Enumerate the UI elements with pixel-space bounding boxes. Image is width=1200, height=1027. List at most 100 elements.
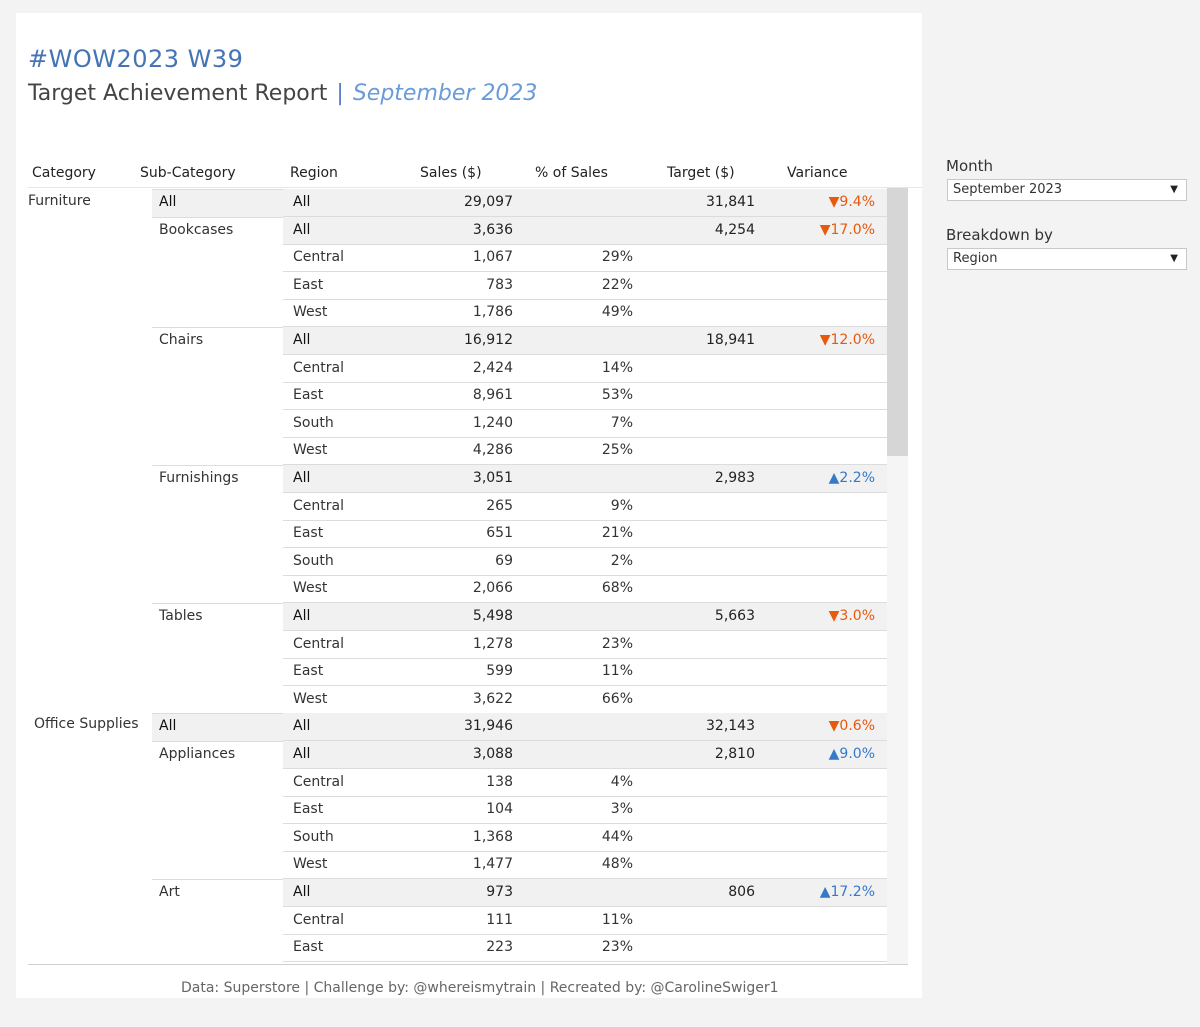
region-cell: West (293, 442, 328, 459)
breakdown-dropdown-value: Region (953, 251, 998, 266)
table-row[interactable]: East 651 21% (283, 520, 887, 549)
table-row[interactable]: Central 1,067 29% (283, 244, 887, 273)
table-row[interactable]: All 16,912 18,941 ▼12.0% (283, 327, 887, 355)
title-separator: | (336, 81, 344, 106)
month-dropdown[interactable]: September 2023 ▼ (947, 179, 1187, 201)
table-row[interactable]: South 1,240 7% (283, 410, 887, 438)
region-cell: West (293, 690, 328, 707)
region-cell: East (293, 525, 324, 542)
table-row[interactable]: East 599 11% (283, 658, 887, 687)
category-label[interactable]: Office Supplies (34, 716, 139, 732)
sales-cell: 5,498 (472, 608, 513, 624)
column-header-target[interactable]: Target ($) (667, 165, 735, 181)
scrollbar-thumb[interactable] (887, 188, 908, 456)
table-row[interactable]: Central 2,424 14% (283, 355, 887, 383)
column-header-sales[interactable]: Sales ($) (420, 165, 482, 181)
variance-cell: ▼17.0% (819, 221, 875, 238)
table-bottom-border (28, 964, 908, 965)
variance-cell: ▲9.0% (828, 746, 875, 762)
column-header-category[interactable]: Category (32, 165, 96, 181)
column-header-variance[interactable]: Variance (787, 165, 847, 181)
pct-of-sales-cell: 49% (601, 304, 633, 321)
region-cell: All (293, 884, 311, 900)
pct-of-sales-cell: 53% (601, 387, 633, 404)
sales-cell: 1,368 (472, 828, 513, 845)
table-row[interactable]: East 104 3% (283, 796, 887, 825)
subcategory-label: Tables (159, 608, 203, 624)
region-cell: Central (293, 359, 344, 376)
subcategory-cell[interactable]: Chairs (152, 327, 283, 465)
table-row[interactable]: All 31,946 32,143 ▼0.6% (283, 713, 887, 742)
subcategory-label: Chairs (159, 332, 204, 348)
region-cell: West (293, 856, 328, 873)
target-cell: 18,941 (706, 332, 755, 348)
breakdown-dropdown[interactable]: Region ▼ (947, 248, 1187, 270)
table-row[interactable]: All 5,498 5,663 ▼3.0% (283, 603, 887, 631)
sales-cell: 1,786 (472, 304, 513, 321)
table-row[interactable]: Central 111 11% (283, 907, 887, 935)
table-row[interactable]: All 29,097 31,841 ▼9.4% (283, 189, 887, 217)
table-row[interactable]: All 973 806 ▲17.2% (283, 879, 887, 907)
table-row[interactable]: Central 1,278 23% (283, 631, 887, 659)
region-cell: South (293, 828, 334, 845)
sales-cell: 8,961 (472, 387, 513, 404)
variance-cell: ▼9.4% (828, 194, 875, 210)
pct-of-sales-cell: 14% (601, 359, 633, 376)
subcategory-label: Furnishings (159, 470, 239, 486)
region-cell: Central (293, 911, 344, 928)
column-header-region[interactable]: Region (290, 165, 338, 181)
table-row[interactable]: All 3,051 2,983 ▲2.2% (283, 465, 887, 493)
pct-of-sales-cell: 48% (601, 856, 633, 873)
table-row[interactable]: East 223 23% (283, 934, 887, 963)
table-row[interactable]: West 2,066 68% (283, 575, 887, 604)
region-cell: West (293, 580, 328, 597)
table-row[interactable]: All 3,088 2,810 ▲9.0% (283, 741, 887, 769)
table-row[interactable]: East 8,961 53% (283, 382, 887, 411)
pct-of-sales-cell: 44% (601, 828, 633, 845)
target-cell: 5,663 (714, 608, 755, 624)
sales-cell: 599 (486, 663, 513, 680)
region-cell: All (293, 718, 311, 735)
region-cell: All (293, 332, 311, 348)
table-row[interactable]: West 1,477 48% (283, 851, 887, 880)
sales-cell: 31,946 (464, 718, 513, 735)
sales-cell: 4,286 (472, 442, 513, 459)
region-cell: East (293, 387, 324, 404)
table-row[interactable]: South 69 2% (283, 548, 887, 576)
subcategory-cell[interactable]: Furnishings (152, 465, 283, 603)
column-header-sub-category[interactable]: Sub-Category (140, 165, 236, 181)
sales-cell: 1,278 (472, 635, 513, 652)
table-row[interactable]: West 1,786 49% (283, 299, 887, 328)
variance-cell: ▼0.6% (828, 718, 875, 735)
sales-cell: 651 (486, 525, 513, 542)
subcategory-cell[interactable]: All (152, 189, 283, 217)
pct-of-sales-cell: 7% (610, 414, 633, 431)
table-row[interactable]: Central 138 4% (283, 769, 887, 797)
target-cell: 806 (728, 884, 755, 900)
column-header-pct-sales[interactable]: % of Sales (535, 165, 608, 181)
variance-cell: ▼3.0% (828, 608, 875, 624)
subcategory-cell[interactable]: Art (152, 879, 283, 965)
month-filter-label: Month (946, 157, 994, 175)
table-row[interactable]: South 1,368 44% (283, 824, 887, 852)
pct-of-sales-cell: 22% (601, 276, 633, 293)
subcategory-cell[interactable]: All (152, 713, 283, 741)
subcategory-cell[interactable]: Bookcases (152, 217, 283, 327)
subcategory-cell[interactable]: Appliances (152, 741, 283, 879)
table-row[interactable]: Central 265 9% (283, 493, 887, 521)
region-cell: All (293, 746, 311, 762)
region-cell: East (293, 663, 324, 680)
sales-cell: 3,088 (472, 746, 513, 762)
table-row[interactable]: West 3,622 66% (283, 686, 887, 714)
region-cell: All (293, 470, 311, 486)
pct-of-sales-cell: 2% (610, 552, 633, 569)
table-row[interactable]: East 783 22% (283, 272, 887, 300)
variance-cell: ▲17.2% (819, 884, 875, 900)
subcategory-cell[interactable]: Tables (152, 603, 283, 713)
category-label[interactable]: Furniture (28, 193, 91, 209)
table-row[interactable]: West 4,286 25% (283, 437, 887, 466)
pct-of-sales-cell: 9% (610, 497, 633, 514)
report-name: Target Achievement Report (28, 81, 328, 106)
region-cell: All (293, 608, 311, 624)
table-row[interactable]: All 3,636 4,254 ▼17.0% (283, 216, 887, 245)
